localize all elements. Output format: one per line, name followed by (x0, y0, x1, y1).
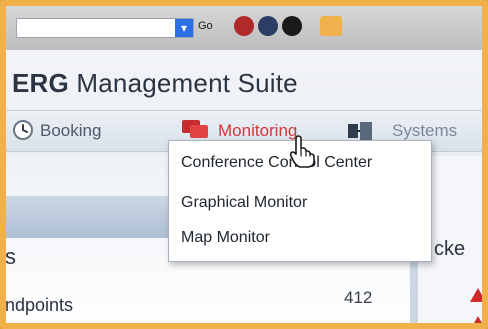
photo-frame: ▾ Go ERG Management Suite Booking Monito… (0, 0, 488, 329)
left-panel-char: s (5, 244, 16, 270)
title-text: Management Suite (76, 68, 298, 98)
page-title: ERG Management Suite (12, 68, 298, 99)
monitor-icon (180, 117, 210, 141)
second-row-value-text: 6 (368, 320, 376, 329)
address-dropdown-chevron-icon[interactable]: ▾ (175, 19, 193, 37)
address-bar[interactable]: ▾ (16, 18, 194, 38)
nav-booking-label: Booking (40, 121, 102, 140)
endpoints-row-value: 412 (344, 288, 372, 308)
warning-triangle-icon (470, 316, 482, 323)
toolbar-icon-3[interactable] (282, 16, 302, 36)
second-row-value: 6 (368, 320, 376, 329)
menu-item-conference-control-center[interactable]: Conference Control Center (181, 154, 372, 172)
toolbar-icon-1[interactable] (234, 16, 254, 36)
nav-booking[interactable]: Booking (13, 120, 102, 141)
left-panel-char-text: s (5, 244, 16, 269)
menu-item-graphical-monitor[interactable]: Graphical Monitor (181, 194, 307, 212)
go-label: Go (198, 20, 213, 32)
right-panel-heading-text: cke (434, 238, 466, 260)
nav-systems[interactable]: Systems (348, 121, 458, 141)
menu-item-label: Map Monitor (181, 229, 270, 246)
menu-item-map-monitor[interactable]: Map Monitor (181, 229, 270, 247)
nav-monitoring-label: Monitoring (218, 121, 298, 140)
hand-pointer-icon (288, 134, 316, 168)
nav-systems-label: Systems (392, 121, 458, 140)
browser-toolbar: ▾ Go (6, 6, 482, 51)
endpoints-row-label: ndpoints (5, 295, 74, 316)
toolbar-icon-4[interactable] (320, 16, 342, 36)
endpoints-row-value-text: 412 (344, 288, 373, 307)
warning-triangle-icon (470, 288, 482, 302)
brand-logo-text: ERG (12, 68, 69, 98)
endpoints-row-label-text: ndpoints (5, 295, 74, 315)
clock-icon (12, 119, 34, 141)
right-panel-heading: cke (434, 238, 465, 261)
toolbar-icon-2[interactable] (258, 16, 278, 36)
go-button[interactable]: Go (198, 20, 213, 32)
menu-item-label: Graphical Monitor (181, 194, 308, 211)
menu-item-label: Conference Control Center (181, 154, 373, 171)
nav-monitoring[interactable]: Monitoring (182, 120, 298, 141)
